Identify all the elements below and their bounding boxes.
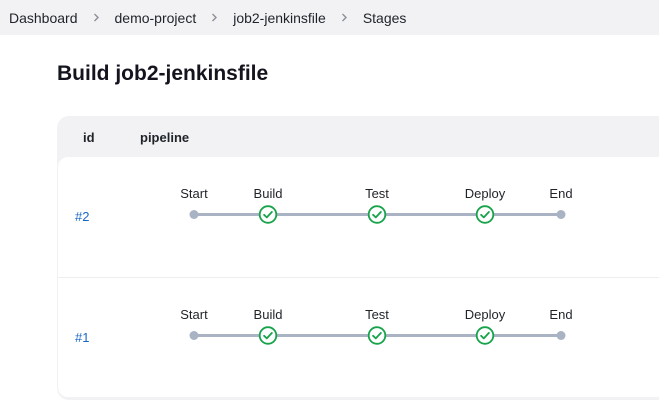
breadcrumb-stages[interactable]: Stages	[363, 10, 407, 26]
start-node	[189, 331, 199, 340]
breadcrumb-dashboard[interactable]: Dashboard	[9, 10, 78, 26]
table-row: #1 Start Build Test Deploy End	[58, 278, 659, 398]
breadcrumb: Dashboard demo-project job2-jenkinsfile …	[0, 0, 659, 35]
stage-label: Test	[365, 186, 389, 201]
column-header-pipeline: pipeline	[140, 130, 190, 145]
stage-label: End	[549, 186, 573, 201]
chevron-right-icon	[340, 13, 349, 22]
table-body: #2 Start Build Test Deploy End #1 Start …	[58, 157, 659, 397]
success-check-icon[interactable]	[367, 326, 387, 345]
stage-label: Build	[253, 307, 283, 322]
run-link[interactable]: #2	[75, 209, 89, 224]
success-check-icon[interactable]	[475, 326, 495, 345]
stages-table: id pipeline #2 Start Build Test Deploy E…	[57, 116, 659, 400]
start-node	[189, 210, 199, 219]
table-row: #2 Start Build Test Deploy End	[58, 157, 659, 278]
stage-label: Start	[180, 186, 208, 201]
breadcrumb-job[interactable]: job2-jenkinsfile	[233, 10, 326, 26]
success-check-icon[interactable]	[367, 205, 387, 224]
page-title: Build job2-jenkinsfile	[57, 62, 269, 85]
breadcrumb-project[interactable]: demo-project	[115, 10, 197, 26]
success-check-icon[interactable]	[475, 205, 495, 224]
column-header-id: id	[83, 130, 95, 145]
stage-label: End	[549, 307, 573, 322]
success-check-icon[interactable]	[258, 326, 278, 345]
stage-label: Build	[253, 186, 283, 201]
stage-label: Test	[365, 307, 389, 322]
chevron-right-icon	[92, 13, 101, 22]
success-check-icon[interactable]	[258, 205, 278, 224]
stage-label: Start	[180, 307, 208, 322]
end-node	[556, 331, 566, 340]
stage-label: Deploy	[464, 307, 506, 322]
run-link[interactable]: #1	[75, 330, 89, 345]
stage-label: Deploy	[464, 186, 506, 201]
end-node	[556, 210, 566, 219]
chevron-right-icon	[210, 13, 219, 22]
